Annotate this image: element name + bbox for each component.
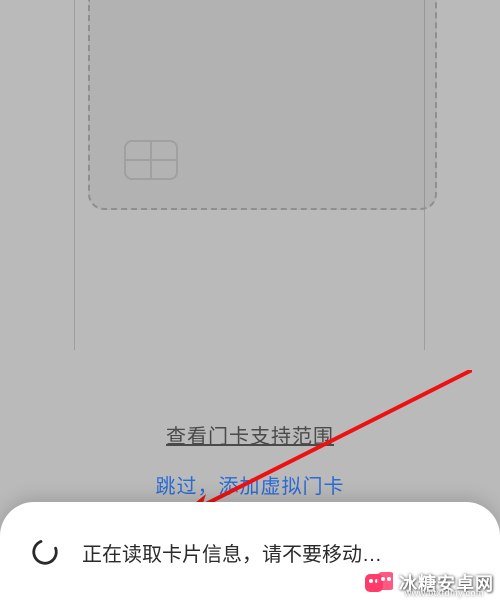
card-placeholder <box>88 0 437 210</box>
support-range-link[interactable]: 查看门卡支持范围 <box>0 420 500 449</box>
watermark: 冰糖安卓网 www.btxtdmy.com <box>365 570 494 596</box>
watermark-url: www.btxtdmy.com <box>405 588 484 598</box>
screen: 查看门卡支持范围 跳过，添加虚拟门卡 正在读取卡片信息，请不要移动… 冰糖安卓网… <box>0 0 500 602</box>
skip-add-virtual-card-link[interactable]: 跳过，添加虚拟门卡 <box>0 470 500 499</box>
phone-edge-left <box>74 0 75 350</box>
watermark-logo-icon <box>365 572 393 594</box>
card-chip-icon <box>124 140 178 180</box>
spinner-icon <box>30 537 60 567</box>
loading-status-text: 正在读取卡片信息，请不要移动… <box>82 538 382 567</box>
